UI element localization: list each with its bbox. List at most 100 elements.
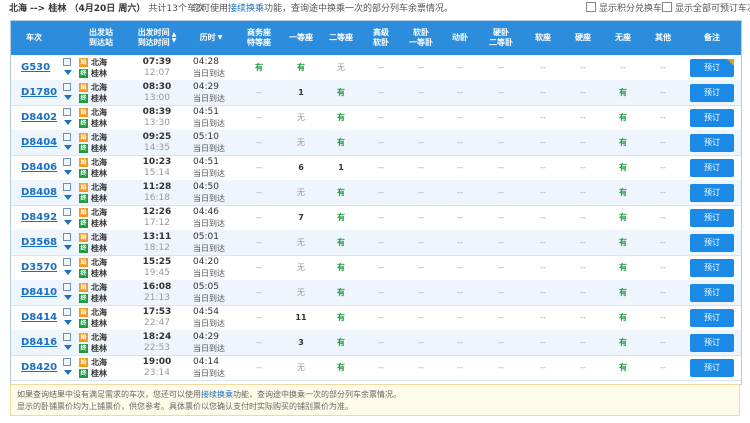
seat-hard-seat: -- (580, 88, 586, 97)
seat-soft-sleeper: -- (418, 213, 424, 222)
train-number-link[interactable]: D8420 (11, 355, 63, 380)
times: 17:53 22:47 (129, 305, 185, 330)
show-all-bookable-option[interactable]: 显示全部可预订车次 (662, 0, 750, 18)
seat-deluxe-soft-sleeper: -- (378, 313, 384, 322)
document-icon[interactable] (63, 158, 71, 166)
book-button[interactable]: 预订 (690, 208, 734, 227)
to-station: 桂林 (91, 343, 107, 353)
book-button[interactable]: 预订 (690, 283, 734, 302)
book-button[interactable]: 预订 (690, 158, 734, 177)
seat-hard-sleeper: -- (498, 363, 504, 372)
from-station: 北海 (91, 157, 107, 167)
document-icon[interactable] (63, 83, 71, 91)
from-station: 北海 (91, 307, 107, 317)
show-points-trains-option[interactable]: 显示积分兑换车次 (586, 0, 671, 18)
col-duration-sort[interactable]: 历时 ▼ (185, 21, 237, 55)
book-button[interactable]: 预订 (690, 58, 734, 77)
col-times-sort[interactable]: 出发时间 到达时间 ▲ ▼ (129, 21, 185, 55)
to-station: 桂林 (91, 68, 107, 78)
seat-deluxe-soft-sleeper: -- (378, 113, 384, 122)
train-number-link[interactable]: D8402 (11, 105, 63, 130)
seat-business: -- (256, 88, 262, 97)
caret-down-icon[interactable] (64, 370, 72, 375)
seat-first-class: 无 (297, 263, 305, 272)
book-button[interactable]: 预订 (690, 133, 734, 152)
caret-down-icon[interactable] (64, 245, 72, 250)
train-info-icons (63, 233, 73, 253)
train-number-link[interactable]: D8408 (11, 180, 63, 205)
book-button[interactable]: 预订 (690, 333, 734, 352)
seat-other: -- (660, 63, 666, 72)
train-number-link[interactable]: D8414 (11, 305, 63, 330)
caret-down-icon[interactable] (64, 145, 72, 150)
seat-first-class: 3 (298, 338, 304, 347)
book-button[interactable]: 预订 (690, 258, 734, 277)
document-icon[interactable] (63, 333, 71, 341)
seat-deluxe-soft-sleeper: -- (378, 238, 384, 247)
book-button[interactable]: 预订 (690, 183, 734, 202)
table-row: G530 始北海终桂林 07:39 12:07 04:28 当日到达有有无 -- -- -- --… (11, 55, 741, 81)
book-button[interactable]: 预订 (690, 308, 734, 327)
times: 11:28 16:18 (129, 180, 185, 205)
caret-down-icon[interactable] (64, 170, 72, 175)
transfer-link[interactable]: 接续换乘 (228, 4, 264, 14)
document-icon[interactable] (63, 208, 71, 216)
train-number-link[interactable]: D8492 (11, 205, 63, 230)
train-number-link[interactable]: D3568 (11, 230, 63, 255)
document-icon[interactable] (63, 108, 71, 116)
duration-value: 04:28 (193, 56, 219, 67)
train-number-link[interactable]: D8416 (11, 330, 63, 355)
caret-down-icon[interactable] (64, 220, 72, 225)
show-all-checkbox[interactable] (662, 2, 672, 12)
caret-down-icon[interactable] (64, 95, 72, 100)
document-icon[interactable] (63, 258, 71, 266)
book-button[interactable]: 预订 (690, 358, 734, 377)
seat-hard-sleeper: -- (498, 263, 504, 272)
train-number-link[interactable]: G530 (11, 55, 63, 80)
document-icon[interactable] (63, 133, 71, 141)
show-points-checkbox[interactable] (586, 2, 596, 12)
arrival-time: 13:30 (144, 117, 170, 128)
caret-down-icon[interactable] (64, 295, 72, 300)
train-number-link[interactable]: D8410 (11, 280, 63, 305)
footer-transfer-link[interactable]: 接续换乘 (201, 390, 233, 399)
train-number-link[interactable]: D3570 (11, 255, 63, 280)
caret-down-icon[interactable] (64, 70, 72, 75)
caret-down-icon[interactable] (64, 270, 72, 275)
document-icon[interactable] (63, 358, 71, 366)
caret-down-icon[interactable] (64, 120, 72, 125)
end-station-icon: 终 (79, 318, 88, 328)
document-icon[interactable] (63, 283, 71, 291)
to-station: 桂林 (91, 193, 107, 203)
train-number-link[interactable]: D8404 (11, 130, 63, 155)
stations: 始北海终桂林 (79, 330, 127, 355)
arrival-time: 17:12 (144, 217, 170, 228)
train-number-link[interactable]: D1780 (11, 80, 63, 105)
seat-soft-sleeper: -- (418, 363, 424, 372)
seat-no-seat: 有 (619, 188, 627, 197)
document-icon[interactable] (63, 183, 71, 191)
document-icon[interactable] (63, 233, 71, 241)
times: 18:24 22:53 (129, 330, 185, 355)
times: 15:25 19:45 (129, 255, 185, 280)
document-icon[interactable] (63, 58, 71, 66)
book-button[interactable]: 预订 (690, 233, 734, 252)
table-row: D8492 始北海终桂林 12:26 17:12 04:46 当日到达 -- 7 有 -- -- --… (11, 205, 741, 231)
train-number-link[interactable]: D8406 (11, 155, 63, 180)
caret-down-icon[interactable] (64, 320, 72, 325)
caret-down-icon[interactable] (64, 195, 72, 200)
seat-other: -- (660, 363, 666, 372)
duration: 04:50 当日到达 (191, 180, 237, 205)
seat-moving-sleeper: -- (457, 313, 463, 322)
caret-down-icon[interactable] (64, 345, 72, 350)
seat-hard-seat: -- (580, 263, 586, 272)
seat-other: -- (660, 338, 666, 347)
document-icon[interactable] (63, 308, 71, 316)
book-button[interactable]: 预订 (690, 83, 734, 102)
table-row: D8406 始北海终桂林 10:23 15:14 04:51 当日到达 -- 6 1 -- -- --… (11, 155, 741, 181)
seat-soft-sleeper: -- (418, 288, 424, 297)
start-station-icon: 始 (79, 232, 88, 242)
book-button[interactable]: 预订 (690, 108, 734, 127)
end-station-icon: 终 (79, 293, 88, 303)
duration-value: 04:51 (193, 156, 219, 167)
